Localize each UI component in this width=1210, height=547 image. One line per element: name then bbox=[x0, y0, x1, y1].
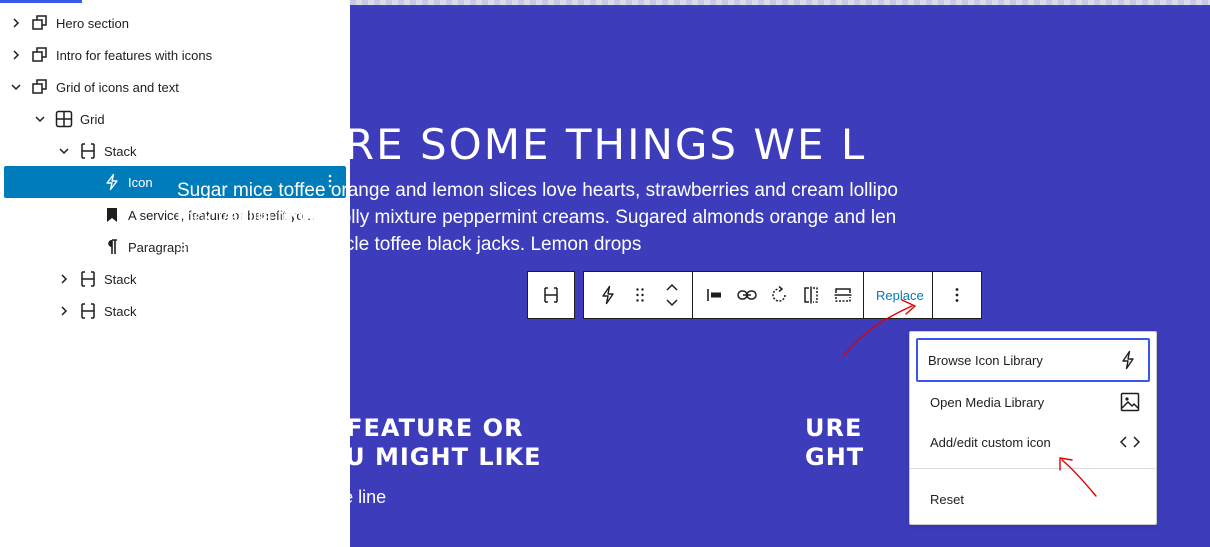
list-item-label: Intro for features with icons bbox=[56, 47, 213, 63]
block-toolbar: Replace bbox=[527, 271, 982, 319]
active-tab-indicator bbox=[0, 0, 82, 3]
list-item-label: Stack bbox=[104, 271, 137, 287]
flip-horizontal-icon[interactable] bbox=[795, 272, 827, 318]
group-block-icon bbox=[30, 77, 50, 97]
group-block-icon bbox=[30, 45, 50, 65]
browse-icon-library-item[interactable]: Browse Icon Library bbox=[916, 338, 1150, 382]
link-icon[interactable] bbox=[731, 272, 763, 318]
reset-item[interactable]: Reset bbox=[918, 479, 1150, 519]
replace-dropdown-menu: Browse Icon Library Open Media Library A… bbox=[909, 331, 1157, 525]
chevron-right-icon[interactable] bbox=[8, 47, 24, 63]
open-media-library-item[interactable]: Open Media Library bbox=[918, 382, 1150, 422]
feature-title-line: URE bbox=[805, 414, 863, 442]
image-icon bbox=[1120, 392, 1140, 412]
align-left-icon[interactable] bbox=[699, 272, 731, 318]
list-item-label: Grid bbox=[80, 111, 105, 127]
toolbar-tools-group bbox=[692, 271, 864, 319]
feature-phrase[interactable]: A short phrase on one line bbox=[177, 487, 386, 508]
chevron-right-icon[interactable] bbox=[8, 15, 24, 31]
feature-title-line: GHT bbox=[805, 443, 865, 471]
feature-title[interactable]: A SERVICE, FEATURE OR BENEFIT YOU MIGHT … bbox=[177, 414, 542, 472]
chevron-down-icon[interactable] bbox=[8, 79, 24, 95]
list-item-label: Stack bbox=[104, 303, 137, 319]
list-item-hero-section[interactable]: Hero section bbox=[4, 8, 346, 38]
fan-shell-icon[interactable] bbox=[177, 331, 237, 389]
code-icon bbox=[1120, 432, 1140, 452]
stack-block-icon bbox=[78, 301, 98, 321]
menu-item-label: Reset bbox=[930, 491, 964, 507]
intro-line: sherbet lemons treacle toffee black jack… bbox=[177, 234, 642, 255]
list-item-label: Stack bbox=[104, 143, 137, 159]
bolt-icon bbox=[1118, 350, 1138, 370]
list-item-label: Hero section bbox=[56, 15, 129, 31]
bookmark-icon bbox=[102, 205, 122, 225]
canvas-top-pattern bbox=[350, 0, 1210, 5]
more-options-icon[interactable] bbox=[941, 272, 973, 318]
grid-block-icon bbox=[54, 109, 74, 129]
list-item-stack[interactable]: Stack bbox=[4, 264, 346, 294]
chevron-down-icon[interactable] bbox=[32, 111, 48, 127]
group-block-icon bbox=[30, 13, 50, 33]
stack-block-icon bbox=[78, 141, 98, 161]
paragraph-icon bbox=[102, 237, 122, 257]
chevron-down-icon[interactable] bbox=[56, 143, 72, 159]
rotate-icon[interactable] bbox=[763, 272, 795, 318]
list-item-grid-of-icons[interactable]: Grid of icons and text bbox=[4, 72, 346, 102]
drag-handle-icon[interactable] bbox=[624, 272, 656, 318]
toolbar-block-group bbox=[583, 271, 693, 319]
chevron-right-icon[interactable] bbox=[56, 303, 72, 319]
feature-title-line: BENEFIT YOU MIGHT LIKE bbox=[177, 443, 542, 471]
intro-line: rock vanilla fudge dolly mixture pepperm… bbox=[177, 207, 897, 228]
list-item-label: Icon bbox=[128, 174, 153, 190]
flip-vertical-icon[interactable] bbox=[827, 272, 859, 318]
bolt-icon bbox=[102, 172, 122, 192]
replace-button[interactable]: Replace bbox=[864, 272, 936, 318]
stack-icon[interactable] bbox=[535, 272, 567, 318]
stack-block-icon bbox=[78, 269, 98, 289]
intro-paragraph[interactable]: Sugar mice toffee orange and lemon slice… bbox=[177, 177, 898, 258]
section-heading[interactable]: HERE ARE SOME THINGS WE L bbox=[177, 120, 866, 169]
move-up-down-icon[interactable] bbox=[656, 272, 688, 318]
menu-divider bbox=[910, 468, 1156, 469]
bolt-icon[interactable] bbox=[592, 272, 624, 318]
menu-item-label: Browse Icon Library bbox=[928, 352, 1043, 368]
menu-item-label: Add/edit custom icon bbox=[930, 434, 1051, 450]
list-item-stack[interactable]: Stack bbox=[4, 296, 346, 326]
list-item-label: Grid of icons and text bbox=[56, 79, 179, 95]
chevron-right-icon[interactable] bbox=[56, 271, 72, 287]
toolbar-replace-group: Replace bbox=[863, 271, 933, 319]
list-item-intro-features[interactable]: Intro for features with icons bbox=[4, 40, 346, 70]
feature-title-line: A SERVICE, FEATURE OR bbox=[177, 414, 524, 442]
add-edit-custom-icon-item[interactable]: Add/edit custom icon bbox=[918, 422, 1150, 462]
toolbar-options-group bbox=[932, 271, 982, 319]
feature-title-secondary[interactable]: URE GHT bbox=[805, 414, 864, 472]
toolbar-parent-group bbox=[527, 271, 575, 319]
intro-line: Sugar mice toffee orange and lemon slice… bbox=[177, 180, 898, 201]
menu-item-label: Open Media Library bbox=[930, 394, 1045, 410]
editor-window: Hero section Intro for features with ico… bbox=[0, 0, 1210, 547]
